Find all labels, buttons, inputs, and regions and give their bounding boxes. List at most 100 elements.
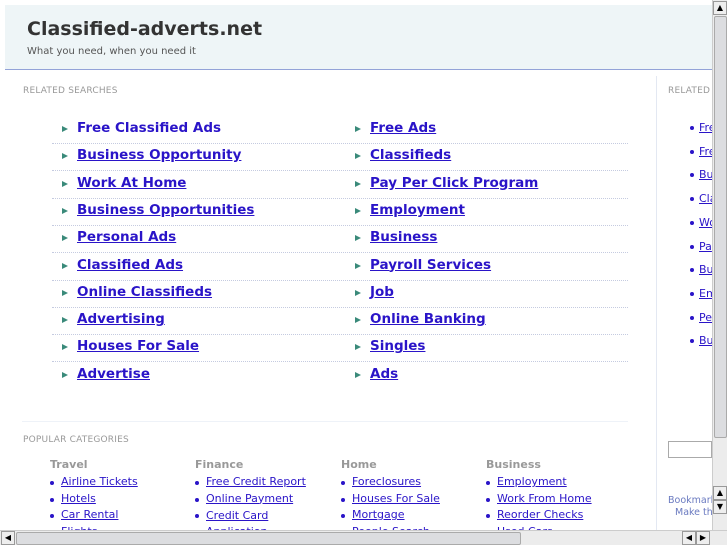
related-search-link[interactable]: Classified Ads xyxy=(77,257,183,273)
sidebar-link[interactable]: Fre xyxy=(699,121,712,134)
category-link[interactable]: Reorder Checks xyxy=(497,508,583,521)
related-search-link[interactable]: Classifieds xyxy=(370,147,451,163)
sidebar-link[interactable]: Pa xyxy=(699,240,712,253)
row-divider xyxy=(52,197,628,199)
arrow-icon xyxy=(62,371,68,378)
bullet-icon xyxy=(690,149,694,154)
row-divider xyxy=(52,306,628,308)
related-search-link[interactable]: Employment xyxy=(370,202,465,218)
bullet-icon xyxy=(690,315,694,320)
related-search-link[interactable]: Personal Ads xyxy=(77,229,176,245)
category-item: Reorder Checks xyxy=(485,508,583,521)
row-divider xyxy=(52,361,628,363)
scroll-left-icon[interactable]: ◀ xyxy=(1,531,15,545)
sidebar-item: Fre xyxy=(690,121,712,134)
sidebar-link[interactable]: Bu xyxy=(699,168,712,181)
sidebar-item: Bu xyxy=(690,334,712,347)
sidebar-link[interactable]: Bu xyxy=(699,263,712,276)
sidebar-item: Cla xyxy=(690,192,712,205)
arrow-icon xyxy=(62,262,68,269)
arrow-icon xyxy=(355,207,361,214)
category-item: Airline Tickets xyxy=(50,475,138,488)
related-search-link[interactable]: Online Classifieds xyxy=(77,284,212,300)
row-divider xyxy=(52,334,628,336)
related-search-link[interactable]: Business xyxy=(370,229,437,245)
scroll-up-icon[interactable]: ▲ xyxy=(713,486,727,500)
scroll-up-icon[interactable]: ▲ xyxy=(713,1,727,15)
category-link[interactable]: Mortgage xyxy=(352,508,405,521)
category-link[interactable]: Car Rental xyxy=(61,508,118,521)
vertical-scroll-thumb[interactable] xyxy=(714,16,727,438)
search-input[interactable] xyxy=(668,441,712,458)
category-link[interactable]: Houses For Sale xyxy=(352,492,440,505)
category-item: Work From Home xyxy=(486,492,592,505)
related-search-link[interactable]: Advertise xyxy=(77,366,150,382)
related-search-link[interactable]: Free Classified Ads xyxy=(77,120,221,136)
bullet-icon xyxy=(690,220,694,225)
sidebar-link[interactable]: Bu xyxy=(699,334,712,347)
arrow-icon xyxy=(355,235,361,242)
category-item: Car Rental xyxy=(49,508,118,521)
horizontal-scrollbar[interactable]: ◀ ◀ ▶ xyxy=(0,530,727,545)
category-link[interactable]: Employment xyxy=(497,475,567,488)
category-item: Foreclosures xyxy=(340,475,421,488)
row-divider xyxy=(52,170,628,172)
arrow-icon xyxy=(355,262,361,269)
related-search-link[interactable]: Free Ads xyxy=(370,120,436,136)
sidebar-link[interactable]: Cla xyxy=(699,192,712,205)
popular-categories-label: POPULAR CATEGORIES xyxy=(23,435,129,445)
related-search-link[interactable]: Online Banking xyxy=(370,311,486,327)
bookmark-link[interactable]: Bookmark xyxy=(668,495,712,506)
arrow-icon xyxy=(355,317,361,324)
related-searches-label: RELATED SEARCHES xyxy=(23,86,118,96)
category-link[interactable]: Foreclosures xyxy=(352,475,421,488)
related-search-link[interactable]: Job xyxy=(370,284,394,300)
category-link[interactable]: Hotels xyxy=(61,492,96,505)
related-search-link[interactable]: Business Opportunity xyxy=(77,147,241,163)
sidebar-link[interactable]: Fre xyxy=(699,145,712,158)
arrow-icon xyxy=(62,180,68,187)
sidebar-link[interactable]: Em xyxy=(699,287,712,300)
arrow-icon xyxy=(62,153,68,160)
arrow-icon xyxy=(355,289,361,296)
horizontal-scroll-thumb[interactable] xyxy=(16,532,521,545)
bullet-icon xyxy=(690,268,694,273)
bullet-icon xyxy=(690,291,694,296)
sidebar-link[interactable]: Wo xyxy=(699,216,712,229)
site-title[interactable]: Classified-adverts.net xyxy=(27,18,262,40)
arrow-icon xyxy=(62,235,68,242)
related-search-link[interactable]: Advertising xyxy=(77,311,165,327)
sidebar-link[interactable]: Pe xyxy=(699,311,712,324)
category-heading: Home xyxy=(341,458,377,471)
scroll-right-icon[interactable]: ▶ xyxy=(696,531,710,545)
site-header: Classified-adverts.net What you need, wh… xyxy=(5,5,712,70)
related-search-link[interactable]: Ads xyxy=(370,366,398,382)
category-link[interactable]: Airline Tickets xyxy=(61,475,138,488)
category-item: Mortgage xyxy=(341,508,405,521)
related-search-link[interactable]: Payroll Services xyxy=(370,257,491,273)
row-divider xyxy=(52,224,628,226)
sidebar-item: Bu xyxy=(690,168,712,181)
category-item: Houses For Sale xyxy=(341,492,440,505)
category-link[interactable]: Free Credit Report xyxy=(206,475,306,488)
related-search-link[interactable]: Business Opportunities xyxy=(77,202,254,218)
vertical-scrollbar[interactable]: ▲ ▲ ▼ xyxy=(712,0,727,530)
arrow-icon xyxy=(355,371,361,378)
bullet-icon xyxy=(690,339,694,344)
category-item: Free Credit Report xyxy=(195,475,306,488)
arrow-icon xyxy=(355,344,361,351)
arrow-icon xyxy=(62,207,68,214)
related-search-link[interactable]: Houses For Sale xyxy=(77,338,199,354)
sidebar-divider xyxy=(656,76,657,536)
tagline: What you need, when you need it xyxy=(27,46,196,57)
scroll-down-icon[interactable]: ▼ xyxy=(713,500,727,514)
scroll-left-icon[interactable]: ◀ xyxy=(682,531,696,545)
related-search-link[interactable]: Singles xyxy=(370,338,425,354)
related-search-link[interactable]: Work At Home xyxy=(77,175,186,191)
category-item: Hotels xyxy=(50,492,96,505)
arrow-icon xyxy=(62,126,68,132)
related-search-link[interactable]: Pay Per Click Program xyxy=(370,175,538,191)
make-homepage-link[interactable]: Make thi xyxy=(675,507,712,518)
category-link[interactable]: Work From Home xyxy=(497,492,592,505)
category-link[interactable]: Online Payment xyxy=(206,492,293,505)
